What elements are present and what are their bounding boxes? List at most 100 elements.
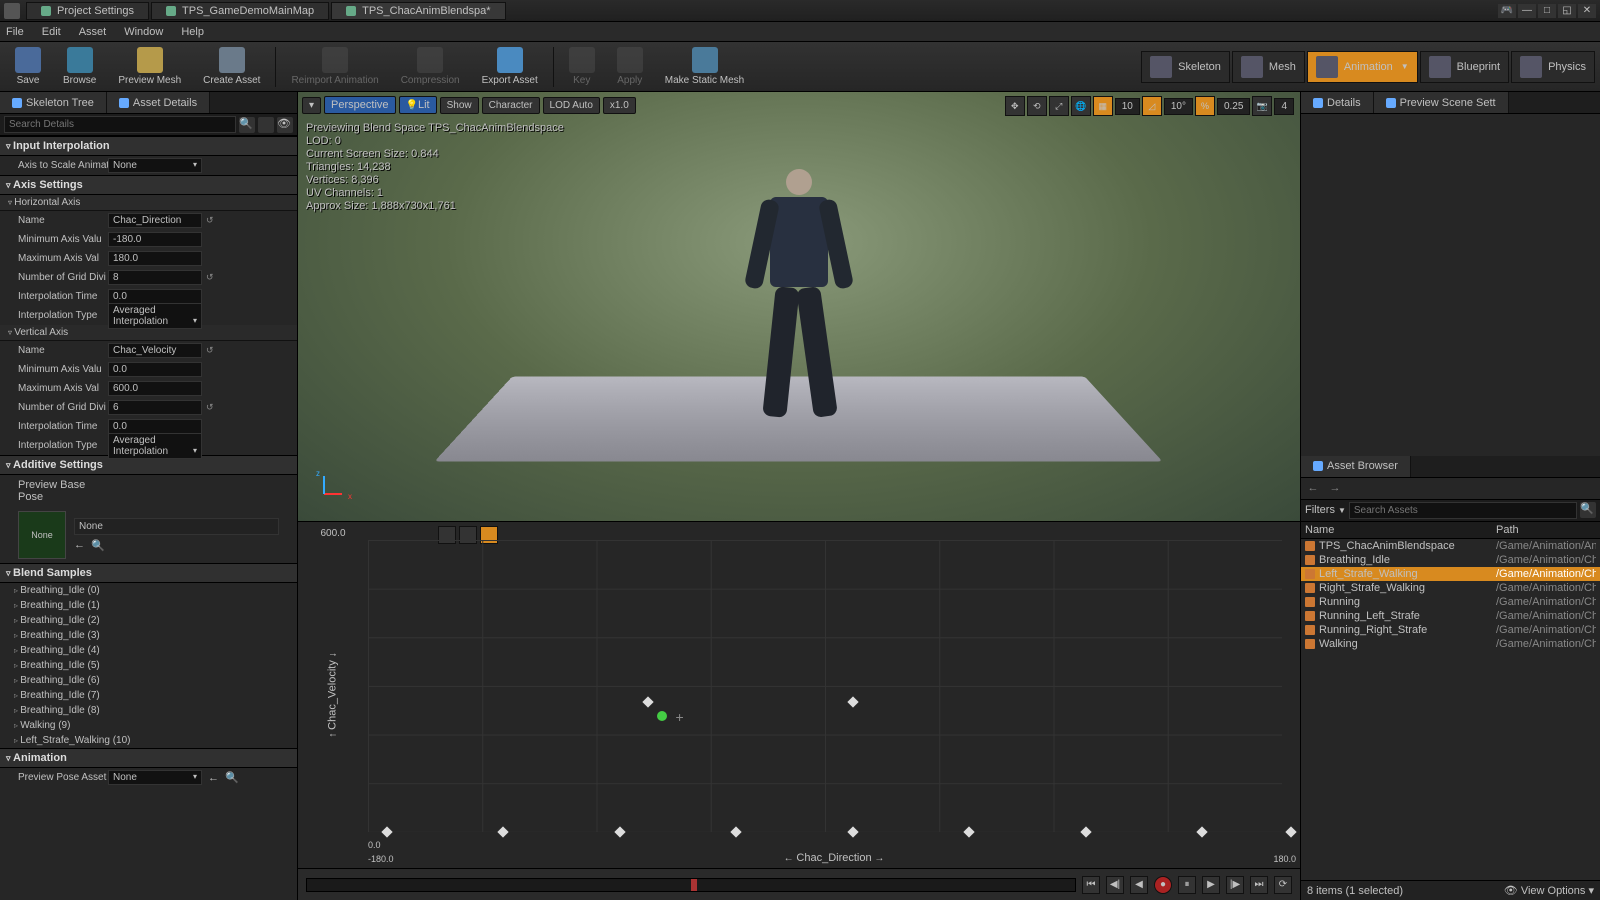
lod-button[interactable]: LOD Auto — [543, 97, 600, 114]
scale-snap-value[interactable]: 0.25 — [1217, 98, 1250, 115]
use-arrow-icon[interactable]: ← — [74, 539, 85, 552]
view-options-button[interactable]: 👁 View Options ▾ — [1504, 884, 1594, 897]
play-button[interactable]: ▶ — [1202, 876, 1220, 894]
section-blend-samples[interactable]: Blend Samples — [0, 563, 297, 583]
chevron-down-icon[interactable]: ▼ — [1401, 62, 1409, 71]
asset-row[interactable]: Breathing_Idle/Game/Animation/Cha — [1301, 553, 1600, 567]
grid-snap-icon[interactable]: ▦ — [1093, 96, 1113, 116]
asset-row[interactable]: Right_Strafe_Walking/Game/Animation/Cha — [1301, 581, 1600, 595]
blend-sample[interactable] — [1285, 826, 1296, 837]
export-asset-button[interactable]: Export Asset — [472, 44, 548, 90]
preview-pose-asset-dropdown[interactable]: None — [108, 770, 202, 785]
h-type-dropdown[interactable]: Averaged Interpolation — [108, 303, 202, 329]
blend-sample-item[interactable]: Breathing_Idle (8) — [0, 703, 297, 718]
scale-icon[interactable]: ⤢ — [1049, 96, 1069, 116]
browse-lens-icon[interactable]: 🔍 — [91, 539, 105, 552]
asset-row[interactable]: TPS_ChacAnimBlendspace/Game/Animation/An… — [1301, 539, 1600, 553]
save-button[interactable]: Save — [5, 44, 51, 90]
history-fwd-button[interactable]: → — [1327, 480, 1343, 496]
search-icon[interactable]: 🔍 — [1580, 502, 1596, 518]
v-max-field[interactable]: 600.0 — [108, 381, 202, 396]
window-minimize-icon[interactable]: — — [1518, 4, 1536, 18]
character-button[interactable]: Character — [482, 97, 540, 114]
titlebar-tab-mainmap[interactable]: TPS_GameDemoMainMap — [151, 2, 329, 20]
filters-button[interactable]: Filters — [1305, 504, 1335, 516]
use-arrow-icon[interactable]: ← — [208, 772, 219, 784]
v-type-dropdown[interactable]: Averaged Interpolation — [108, 433, 202, 459]
step-back-button[interactable]: ◀| — [1106, 876, 1124, 894]
menu-edit[interactable]: Edit — [42, 26, 61, 38]
v-name-field[interactable]: Chac_Velocity — [108, 343, 202, 358]
camera-speed-icon[interactable]: 📷 — [1252, 96, 1272, 116]
asset-row[interactable]: Running_Left_Strafe/Game/Animation/Cha — [1301, 609, 1600, 623]
to-start-button[interactable]: ⏮ — [1082, 876, 1100, 894]
search-details-input[interactable] — [4, 116, 236, 133]
blend-sample-item[interactable]: Breathing_Idle (1) — [0, 598, 297, 613]
to-end-button[interactable]: ⏭ — [1250, 876, 1268, 894]
blend-sample-item[interactable]: Breathing_Idle (6) — [0, 673, 297, 688]
viewport[interactable]: z x ▾ Perspective 💡Lit Show Character LO… — [298, 92, 1300, 522]
reset-icon[interactable]: ↺ — [206, 345, 218, 357]
preview-base-pose-dropdown[interactable]: None — [74, 518, 279, 535]
loop-button[interactable]: ⟳ — [1274, 876, 1292, 894]
timeline-track[interactable] — [306, 878, 1076, 892]
tab-preview-scene[interactable]: Preview Scene Sett — [1374, 92, 1509, 113]
angle-snap-value[interactable]: 10° — [1164, 98, 1193, 115]
tab-skeleton-tree[interactable]: Skeleton Tree — [0, 92, 107, 113]
blend-sample-item[interactable]: Breathing_Idle (0) — [0, 583, 297, 598]
blend-sample-item[interactable]: Walking (9) — [0, 718, 297, 733]
menu-window[interactable]: Window — [124, 26, 163, 38]
mode-blueprint[interactable]: Blueprint — [1420, 51, 1509, 83]
playhead[interactable] — [691, 879, 697, 891]
col-path[interactable]: Path — [1496, 524, 1596, 536]
translate-icon[interactable]: ✥ — [1005, 96, 1025, 116]
asset-row[interactable]: Left_Strafe_Walking/Game/Animation/Cha — [1301, 567, 1600, 581]
preview-mesh-button[interactable]: Preview Mesh — [108, 44, 191, 90]
show-button[interactable]: Show — [440, 97, 479, 114]
step-forward-button[interactable]: |▶ — [1226, 876, 1244, 894]
blend-cursor[interactable] — [657, 711, 667, 721]
rotate-icon[interactable]: ⟲ — [1027, 96, 1047, 116]
blend-sample-item[interactable]: Breathing_Idle (2) — [0, 613, 297, 628]
speed-button[interactable]: x1.0 — [603, 97, 636, 114]
v-div-field[interactable]: 6 — [108, 400, 202, 415]
col-name[interactable]: Name — [1305, 524, 1496, 536]
reset-icon[interactable]: ↺ — [206, 402, 218, 414]
mode-skeleton[interactable]: Skeleton — [1141, 51, 1230, 83]
create-asset-button[interactable]: Create Asset — [193, 44, 270, 90]
menu-asset[interactable]: Asset — [79, 26, 107, 38]
scale-snap-icon[interactable]: % — [1195, 96, 1215, 116]
grid-snap-value[interactable]: 10 — [1115, 98, 1140, 115]
eye-icon[interactable]: 👁 — [277, 117, 293, 133]
play-reverse-button[interactable]: ◀ — [1130, 876, 1148, 894]
sub-horizontal-axis[interactable]: Horizontal Axis — [0, 195, 297, 211]
blendspace-editor[interactable]: 600.0 ↑ Chac_Velocity ↓ + — [298, 522, 1300, 868]
mode-physics[interactable]: Physics — [1511, 51, 1595, 83]
titlebar-tab-blendspace[interactable]: TPS_ChacAnimBlendspa* — [331, 2, 505, 20]
axis-scale-dropdown[interactable]: None — [108, 158, 202, 173]
make-static-mesh-button[interactable]: Make Static Mesh — [655, 44, 754, 90]
pause-button[interactable]: ⏸ — [1178, 876, 1196, 894]
tab-asset-details[interactable]: Asset Details — [107, 92, 210, 113]
titlebar-tab-project-settings[interactable]: Project Settings — [26, 2, 149, 20]
viewport-menu-button[interactable]: ▾ — [302, 97, 321, 114]
world-local-icon[interactable]: 🌐 — [1071, 96, 1091, 116]
reset-icon[interactable]: ↺ — [206, 272, 218, 284]
window-maximize-icon[interactable]: ◱ — [1558, 4, 1576, 18]
section-animation[interactable]: Animation — [0, 748, 297, 768]
history-back-button[interactable]: ← — [1305, 480, 1321, 496]
camera-speed-value[interactable]: 4 — [1274, 98, 1294, 115]
menu-help[interactable]: Help — [181, 26, 204, 38]
tab-details[interactable]: Details — [1301, 92, 1374, 113]
record-button[interactable]: ● — [1154, 876, 1172, 894]
reset-icon[interactable]: ↺ — [206, 215, 218, 227]
h-max-field[interactable]: 180.0 — [108, 251, 202, 266]
section-input-interpolation[interactable]: Input Interpolation — [0, 136, 297, 156]
window-restore-icon[interactable]: □ — [1538, 4, 1556, 18]
asset-row[interactable]: Walking/Game/Animation/Cha — [1301, 637, 1600, 651]
controller-icon[interactable]: 🎮 — [1498, 4, 1516, 18]
perspective-button[interactable]: Perspective — [324, 96, 395, 114]
blend-sample-item[interactable]: Breathing_Idle (5) — [0, 658, 297, 673]
h-min-field[interactable]: -180.0 — [108, 232, 202, 247]
angle-snap-icon[interactable]: ◿ — [1142, 96, 1162, 116]
